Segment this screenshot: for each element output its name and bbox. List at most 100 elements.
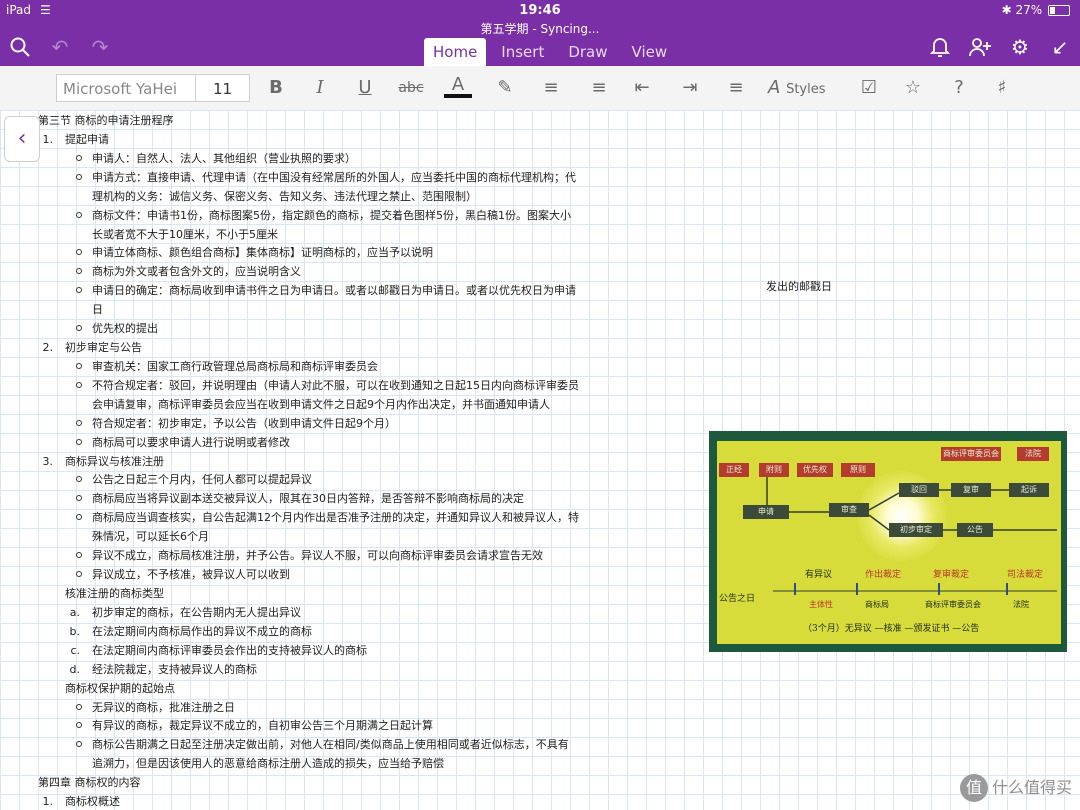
note-line[interactable]: a. 初步审定的商标，在公告期内无人提出异议: [70, 603, 301, 622]
flow-sub: 商标评审委员会: [925, 600, 981, 609]
note-line[interactable]: c. 在法定期间内商标评审委员会作出的支持被异议人的商标: [70, 641, 367, 660]
note-line[interactable]: 公告之日起三个月内，任何人都可以提起异议: [76, 470, 312, 489]
battery-status: ✱ 27%: [1002, 3, 1070, 17]
note-text: 提起申请: [65, 132, 109, 146]
tab-home[interactable]: Home: [424, 38, 487, 66]
note-line[interactable]: 1. 商标权概述: [43, 792, 121, 810]
flow-sub: 主体性: [809, 600, 833, 609]
note-line[interactable]: d. 经法院裁定，支持被异议人的商标: [70, 660, 257, 679]
note-line[interactable]: 审查机关：国家工商行政管理总局商标局和商标评审委员会: [76, 357, 378, 376]
note-text: 理机构的义务：诚信义务、保密义务、告知义务、违法代理之禁止、范围限制）: [92, 189, 477, 203]
todo-checkbox-icon[interactable]: ☑: [858, 76, 880, 100]
note-text: 异议成立，不予核准，被异议人可以收到: [92, 568, 290, 582]
font-family-field[interactable]: Microsoft YaHei: [56, 74, 196, 102]
bullet-icon: [76, 552, 82, 559]
note-text: 殊情况，可以延长6个月: [92, 530, 209, 544]
tab-draw[interactable]: Draw: [559, 38, 616, 66]
note-line[interactable]: 商标局可以要求申请人进行说明或者修改: [76, 433, 290, 452]
bell-icon[interactable]: [928, 36, 952, 58]
note-line[interactable]: 日: [92, 300, 103, 319]
styles-button[interactable]: A Styles: [768, 76, 842, 100]
redo-icon[interactable]: ↷: [88, 36, 112, 58]
note-line[interactable]: 1. 提起申请: [43, 130, 110, 149]
note-line[interactable]: 追溯力，但是因该使用人的恶意给商标注册人造成的损失，应当给予赔偿: [92, 754, 444, 773]
note-text: 优先权的提出: [92, 322, 158, 336]
font-size-field[interactable]: 11: [196, 74, 250, 102]
tab-insert[interactable]: Insert: [492, 38, 553, 66]
indent-icon[interactable]: ⇥: [676, 76, 704, 100]
bold-button[interactable]: B: [266, 76, 286, 100]
note-line[interactable]: 殊情况，可以延长6个月: [92, 527, 209, 546]
note-line[interactable]: 2. 初步审定与公告: [43, 338, 143, 357]
tab-view[interactable]: View: [623, 38, 677, 66]
note-line[interactable]: 无异议的商标，批准注册之日: [76, 698, 235, 717]
collapse-icon[interactable]: ↙: [1048, 36, 1072, 58]
underline-button[interactable]: U: [356, 76, 374, 100]
note-line[interactable]: 异议不成立，商标局核准注册，并予公告。异议人不服，可以向商标评审委员会请求宣告无…: [76, 546, 543, 565]
app-header: iPad ☰ 19:46 ✱ 27% 第五学期 - Syncing... ↶ ↷…: [0, 0, 1080, 66]
ribbon-tabs: Home Insert Draw View: [424, 38, 682, 66]
note-line[interactable]: 长或者宽不大于10厘米，不小于5厘米: [92, 225, 278, 244]
note-line[interactable]: 有异议的商标，裁定异议不成立的，自初审公告三个月期满之日起计算: [76, 716, 433, 735]
highlighter-icon[interactable]: ✎: [494, 76, 516, 100]
note-line[interactable]: 商标文件：申请书1份，商标图案5份，指定颜色的商标，提交着色图样5份，黑白稿1份…: [76, 206, 571, 225]
tag-icon[interactable]: ♯: [990, 76, 1014, 100]
italic-button[interactable]: I: [312, 76, 328, 100]
note-line[interactable]: 不符合规定者：驳回，并说明理由（申请人对此不服，可以在收到通知之日起15日内向商…: [76, 376, 579, 395]
note-line[interactable]: 异议成立，不予核准，被异议人可以收到: [76, 565, 290, 584]
note-text: 商标权概述: [65, 795, 120, 809]
section-heading[interactable]: 第三节 商标的申请注册程序: [38, 111, 174, 130]
note-line[interactable]: 申请立体商标、颜色组合商标】集体商标】证明商标的，应当予以说明: [76, 243, 433, 262]
note-canvas[interactable]: 第三节 商标的申请注册程序 1. 提起申请 申请人：自然人、法人、其他组织（营业执照的…: [0, 110, 1080, 810]
watermark-logo: 值: [959, 774, 988, 802]
note-line[interactable]: 优先权的提出: [76, 319, 158, 338]
diagram-photo[interactable]: 正经 附则 优先权 原则 申请 审查 驳回 复审 起诉 商标评审委员会 法院 初…: [709, 431, 1067, 652]
note-line[interactable]: 核准注册的商标类型: [65, 584, 164, 603]
undo-icon[interactable]: ↶: [48, 36, 72, 58]
outdent-icon[interactable]: ⇤: [628, 76, 656, 100]
watermark-text: 什么值得买: [991, 777, 1072, 797]
list-number: a.: [69, 605, 80, 619]
font-color-button[interactable]: A: [444, 76, 472, 100]
help-icon[interactable]: ?: [948, 76, 970, 100]
bullet-icon: [76, 249, 82, 256]
star-icon[interactable]: ☆: [902, 76, 924, 100]
note-line[interactable]: 商标局应当调查核实，自公告起满12个月内作出是否准予注册的决定，并通知异议人和被…: [76, 508, 579, 527]
strikethrough-button[interactable]: abc: [398, 76, 424, 100]
note-text: 核准注册的商标类型: [65, 587, 164, 600]
note-line[interactable]: 符合规定者：初步审定，予以公告（收到申请文件日起9个月）: [76, 414, 396, 433]
note-text: 异议不成立，商标局核准注册，并予公告。异议人不服，可以向商标评审委员会请求宣告无…: [92, 549, 543, 563]
note-text: 会申请复审，商标评审委员会应当在收到申请文件之日起9个月内作出决定，并书面通知申…: [92, 397, 550, 411]
note-text: 商标局应当调查核实，自公告起满12个月内作出是否准予注册的决定，并通知异议人和被…: [92, 511, 579, 525]
search-icon[interactable]: [8, 36, 32, 58]
note-line[interactable]: 商标权保护期的起始点: [65, 679, 175, 698]
numbering-icon[interactable]: ≡: [586, 76, 612, 100]
note-text: 商标文件：申请书1份，商标图案5份，指定颜色的商标，提交着色图样5份，黑白稿1份…: [92, 208, 571, 222]
bullets-icon[interactable]: ≡: [538, 76, 564, 100]
formatting-toolbar: Microsoft YaHei 11 B I U abc A ✎ ≡ ≡ ⇤ ⇥…: [0, 66, 1080, 111]
note-text: 追溯力，但是因该使用人的恶意给商标注册人造成的损失，应当给予赔偿: [92, 757, 444, 771]
note-line[interactable]: 理机构的义务：诚信义务、保密义务、告知义务、违法代理之禁止、范围限制）: [92, 187, 477, 206]
note-line[interactable]: 3. 商标异议与核准注册: [43, 452, 165, 471]
align-icon[interactable]: ≡: [724, 76, 748, 100]
note-line[interactable]: b. 在法定期间内商标局作出的异议不成立的商标: [70, 622, 312, 641]
back-button[interactable]: ‹: [4, 116, 40, 162]
note-line[interactable]: 申请人：自然人、法人、其他组织（营业执照的要求）: [76, 149, 356, 168]
add-person-icon[interactable]: [968, 36, 992, 58]
note-line[interactable]: 申请日的确定：商标局收到申请书件之日为申请日。或者以邮戳日为申请日。或者以优先权…: [76, 281, 576, 300]
bullet-icon: [76, 211, 82, 218]
bullet-icon: [76, 287, 82, 294]
section-heading[interactable]: 第四章 商标权的内容: [38, 773, 141, 792]
note-line[interactable]: 会申请复审，商标评审委员会应当在收到申请文件之日起9个月内作出决定，并书面通知申…: [92, 395, 550, 414]
note-line[interactable]: 商标公告期满之日起至注册决定做出前，对他人在相同/类似商品上使用相同或者近似标志…: [76, 735, 569, 754]
note-line[interactable]: 商标为外文或者包含外文的，应当说明含义: [76, 262, 301, 281]
note-line[interactable]: 申请方式：直接申请、代理申请（在中国没有经常居所的外国人，应当委托中国的商标代理…: [76, 168, 576, 187]
bullet-icon: [76, 741, 82, 748]
side-note[interactable]: 发出的邮戳日: [766, 278, 832, 294]
styles-label: Styles: [786, 82, 826, 97]
gear-icon[interactable]: ⚙: [1008, 36, 1032, 58]
document-title: 第五学期 - Syncing...: [480, 22, 600, 36]
watermark: 值什么值得买: [959, 774, 1072, 802]
note-line[interactable]: 商标局应当将异议副本送交被异议人，限其在30日内答辩，是否答辩不影响商标局的决定: [76, 489, 524, 508]
note-text: 申请方式：直接申请、代理申请（在中国没有经常居所的外国人，应当委托中国的商标代理…: [92, 170, 576, 184]
